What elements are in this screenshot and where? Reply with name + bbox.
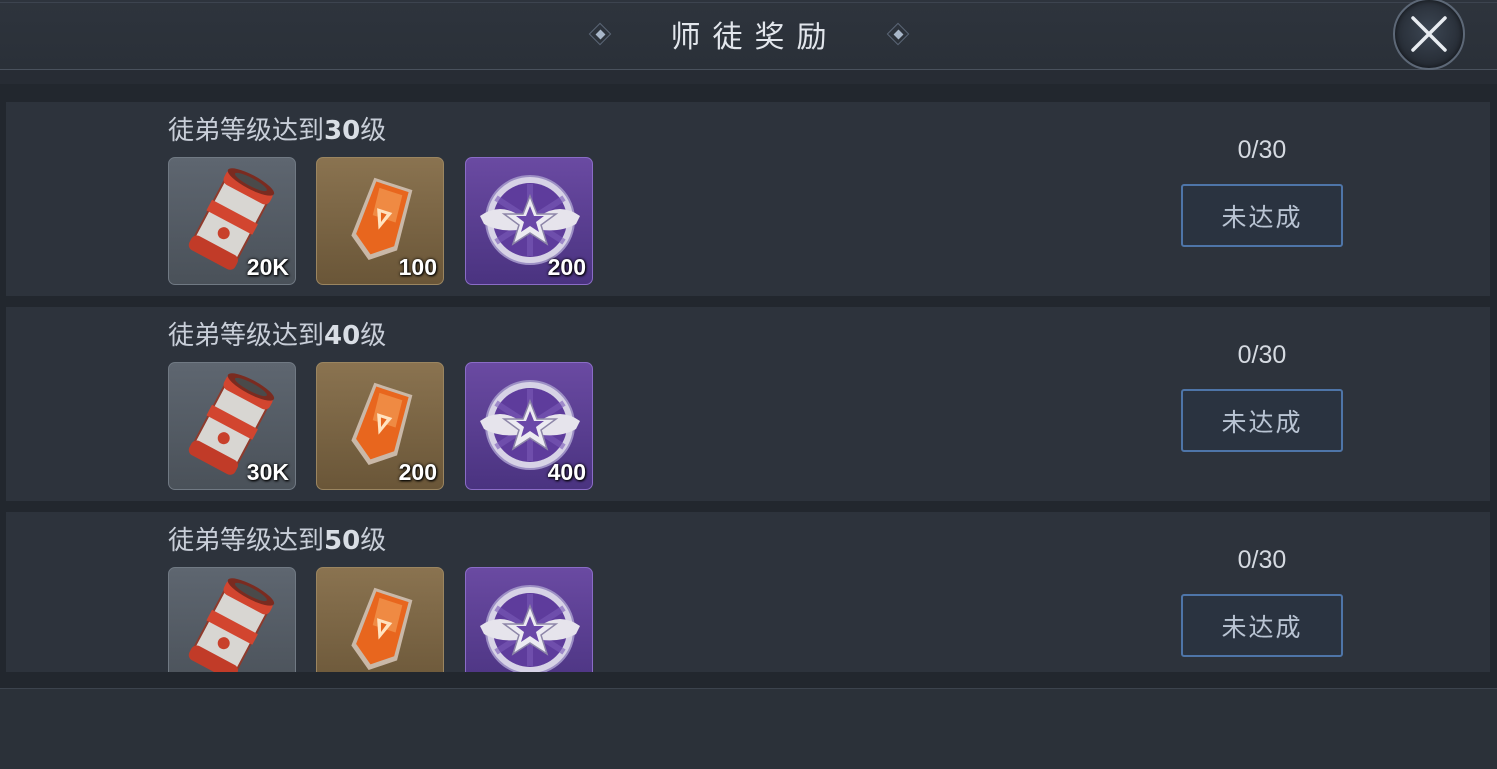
reward-row: 徒弟等级达到50级 0/30 未达成	[6, 512, 1490, 672]
purple-winged-star-medal-icon	[480, 585, 580, 672]
row-requirement-label: 徒弟等级达到50级	[168, 526, 387, 556]
progress-text: 0/30	[1237, 341, 1287, 369]
progress-text: 0/30	[1237, 546, 1287, 574]
reward-count: 400	[547, 459, 586, 485]
fuel-barrel-icon	[188, 578, 275, 672]
reward-item-badge[interactable]	[316, 567, 444, 672]
reward-item-fuel[interactable]	[168, 567, 296, 672]
claim-status-button[interactable]: 未达成	[1181, 389, 1343, 452]
reward-item-medal[interactable]	[465, 567, 593, 672]
diamond-ornament-icon	[588, 22, 611, 46]
close-icon	[1411, 16, 1447, 52]
reward-item-fuel[interactable]: 20K	[168, 157, 296, 285]
reward-item-badge[interactable]: 100	[316, 157, 444, 285]
row-requirement-label: 徒弟等级达到30级	[168, 116, 387, 146]
reward-item-badge[interactable]: 200	[316, 362, 444, 490]
reward-count: 20K	[246, 254, 289, 280]
reward-count: 200	[547, 254, 586, 280]
reward-item-medal[interactable]: 200	[465, 157, 593, 285]
reward-count: 100	[398, 254, 437, 280]
footer-bar	[0, 688, 1497, 769]
title-area: 师徒奖励	[0, 0, 1497, 68]
header-bar: 师徒奖励	[0, 0, 1497, 70]
reward-list[interactable]: 徒弟等级达到30级 20K 100 200 0/30 未达成 徒弟等级达到40级…	[0, 84, 1497, 672]
orange-badge-icon	[351, 587, 413, 671]
reward-count: 200	[398, 459, 437, 485]
reward-row: 徒弟等级达到30级 20K 100 200 0/30 未达成	[6, 102, 1490, 296]
progress-text: 0/30	[1237, 136, 1287, 164]
reward-count: 30K	[246, 459, 289, 485]
close-button[interactable]	[1393, 0, 1465, 70]
claim-status-button[interactable]: 未达成	[1181, 184, 1343, 247]
reward-item-fuel[interactable]: 30K	[168, 362, 296, 490]
claim-status-button[interactable]: 未达成	[1181, 594, 1343, 657]
reward-row: 徒弟等级达到40级 30K 200 400 0/30 未达成	[6, 307, 1490, 501]
diamond-ornament-icon	[886, 22, 909, 46]
reward-item-medal[interactable]: 400	[465, 362, 593, 490]
row-requirement-label: 徒弟等级达到40级	[168, 321, 387, 351]
page-title: 师徒奖励	[670, 20, 839, 55]
